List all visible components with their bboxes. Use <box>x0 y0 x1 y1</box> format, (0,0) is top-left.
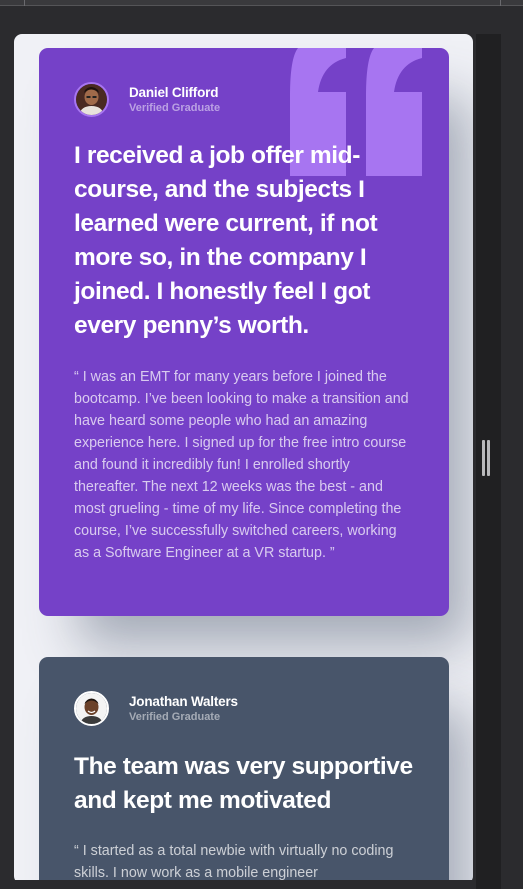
testimonial-body: “ I was an EMT for many years before I j… <box>74 369 409 561</box>
browser-top-bar <box>0 0 523 6</box>
author-role: Verified Graduate <box>129 101 221 114</box>
author-name: Daniel Clifford <box>129 84 219 100</box>
testimonial-headline: The team was very supportive and kept me… <box>74 753 413 814</box>
testimonial-card-daniel: Daniel Clifford Verified Graduate I rece… <box>39 48 449 616</box>
page-viewport[interactable]: Daniel Clifford Verified Graduate I rece… <box>14 34 473 884</box>
testimonial-card-jonathan: Jonathan Walters Verified Graduate The t… <box>39 657 449 884</box>
author-name: Jonathan Walters <box>129 693 238 709</box>
avatar <box>74 82 109 117</box>
author-role: Verified Graduate <box>129 710 221 723</box>
top-bar-divider <box>500 0 501 6</box>
avatar <box>74 691 109 726</box>
author-block: Jonathan Walters Verified Graduate <box>74 691 414 726</box>
author-block: Daniel Clifford Verified Graduate <box>74 82 414 117</box>
testimonial-headline: I received a job offer mid-course, and t… <box>74 142 378 339</box>
resize-grip-icon[interactable] <box>482 440 490 476</box>
top-bar-divider <box>24 0 25 6</box>
testimonial-body: “ I started as a total newbie with virtu… <box>74 843 394 881</box>
